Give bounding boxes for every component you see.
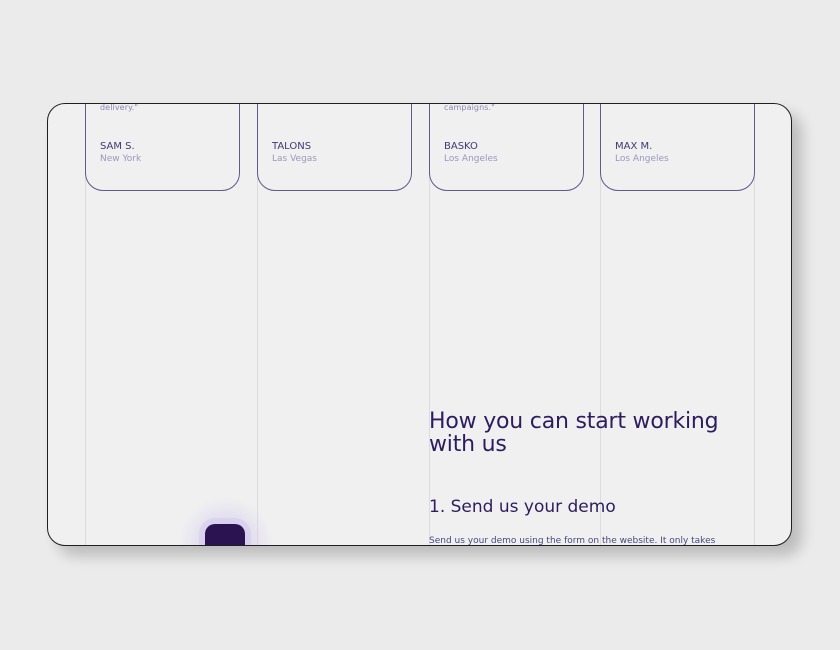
testimonial-quote: delivery." [100,103,139,112]
testimonial-author: TALONS [272,141,312,152]
testimonial-city: Los Angeles [615,154,669,164]
testimonial-author: BASKO [444,141,478,152]
section-heading-line: How you can start working [429,409,719,434]
browser-frame: delivery." SAM S. New York TALONS Las Ve… [47,103,792,546]
testimonial-card: campaigns." BASKO Los Angeles [429,103,584,191]
testimonial-card: TALONS Las Vegas [257,104,412,191]
chat-button[interactable] [205,524,245,545]
testimonial-card: MAX M. Los Angeles [600,104,755,191]
section-heading: How you can start working with us [429,409,719,457]
testimonial-author: SAM S. [100,141,135,152]
step-description: Send us your demo using the form on the … [429,536,716,546]
testimonial-author: MAX M. [615,141,653,152]
section-heading-line: with us [429,432,507,457]
testimonial-city: Las Vegas [272,154,317,164]
testimonial-card: delivery." SAM S. New York [85,103,240,191]
testimonial-quote: campaigns." [444,103,495,112]
testimonial-city: Los Angeles [444,154,498,164]
step-title: 1. Send us your demo [429,497,616,517]
testimonial-city: New York [100,154,142,164]
